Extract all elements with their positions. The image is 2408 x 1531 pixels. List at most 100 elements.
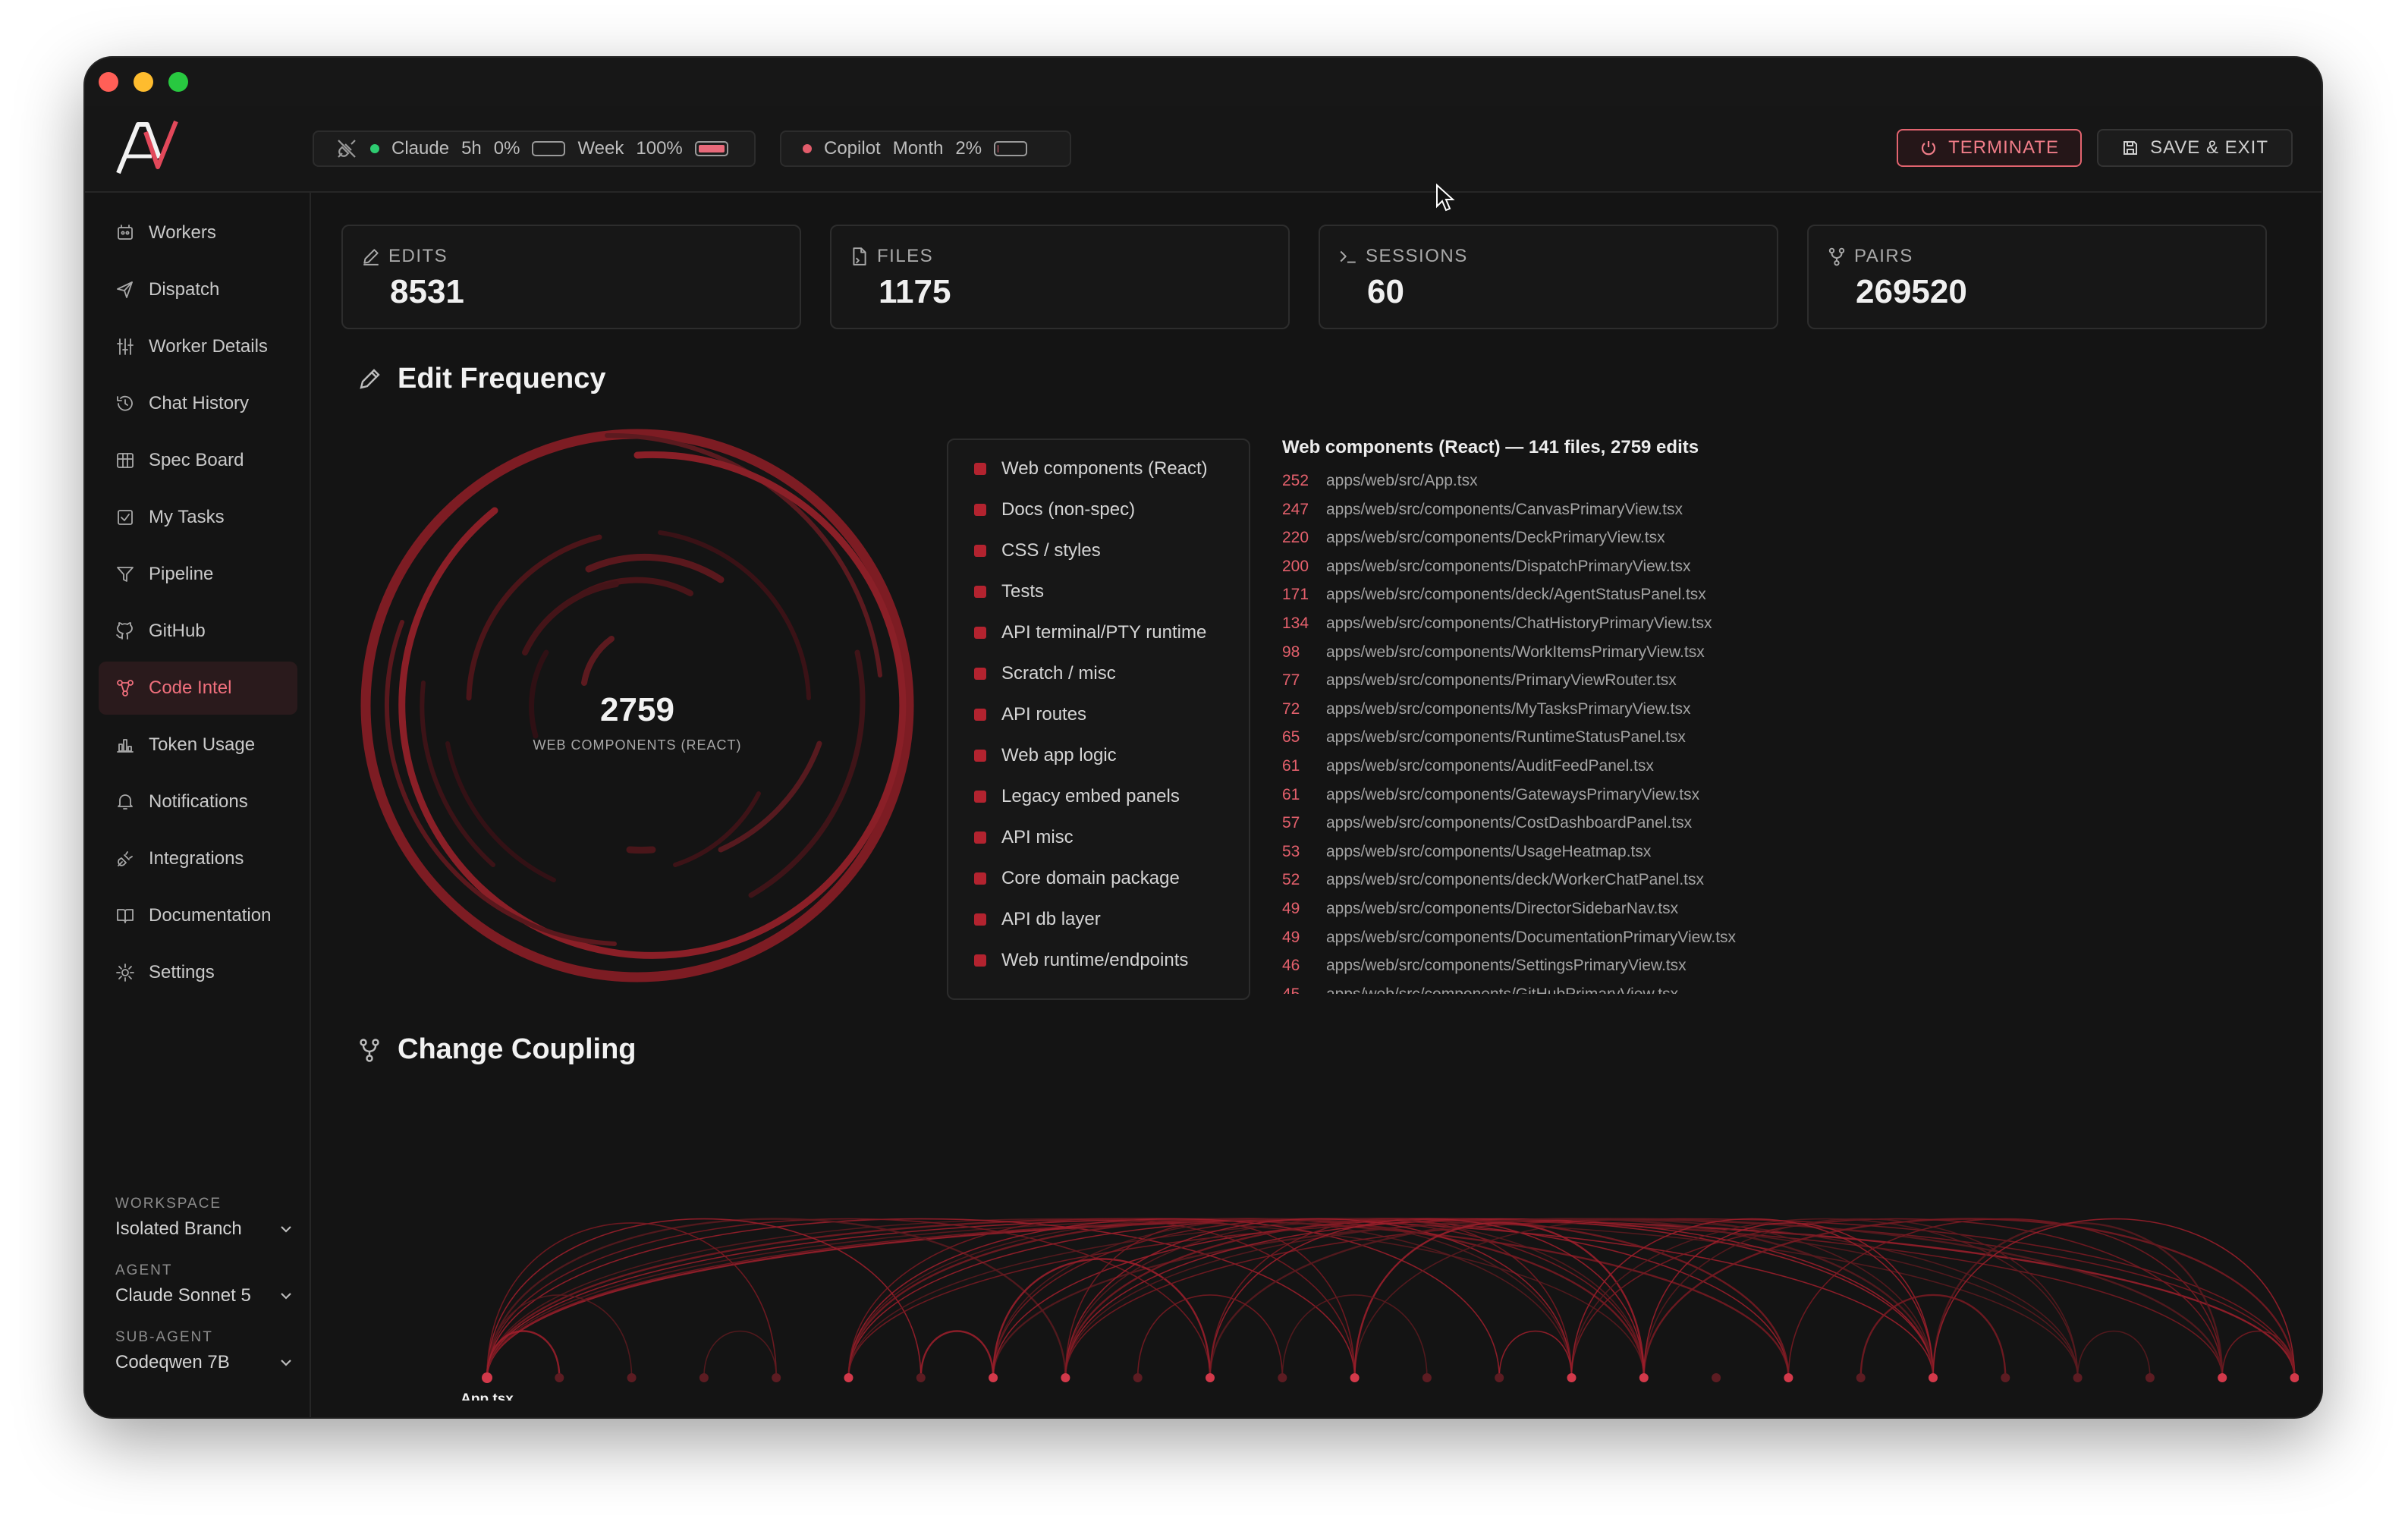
file-row[interactable]: 134 apps/web/src/components/ChatHistoryPr… [1282,615,1712,633]
file-row[interactable]: 61 apps/web/src/components/GatewaysPrimar… [1282,786,1699,804]
coupling-node[interactable] [627,1373,637,1382]
legend-item[interactable]: Tests [974,581,1044,602]
coupling-arc[interactable] [1064,1218,2296,1379]
sidebar-item-my-tasks[interactable]: My Tasks [99,491,297,544]
coupling-node[interactable] [1061,1373,1070,1382]
coupling-node[interactable] [2073,1373,2083,1382]
copilot-usage-chip[interactable]: Copilot Month 2% [780,130,1071,167]
file-row[interactable]: 77 apps/web/src/components/PrimaryViewRou… [1282,671,1677,690]
sidebar-item-code-intel[interactable]: Code Intel [99,662,297,715]
coupling-node[interactable] [989,1373,998,1382]
legend-item[interactable]: Legacy embed panels [974,786,1180,807]
legend-item[interactable]: API terminal/PTY runtime [974,622,1206,643]
coupling-arc[interactable] [1932,1221,2224,1379]
file-row[interactable]: 61 apps/web/src/components/AuditFeedPanel… [1282,757,1654,775]
coupling-node[interactable] [1350,1373,1360,1382]
ring-web-runtime[interactable] [522,581,619,655]
coupling-node[interactable] [916,1373,926,1382]
close-window-button[interactable] [99,72,118,92]
file-row[interactable]: 65 apps/web/src/components/RuntimeStatusP… [1282,728,1686,747]
coupling-arc[interactable] [486,1218,1211,1379]
ring-legacy-embed[interactable] [445,741,556,882]
coupling-node[interactable] [844,1373,853,1382]
sidebar-item-token-usage[interactable]: Token Usage [99,718,297,772]
file-row[interactable]: 53 apps/web/src/components/UsageHeatmap.t… [1282,843,1651,861]
legend-item[interactable]: Docs (non-spec) [974,499,1135,520]
legend-item[interactable]: CSS / styles [974,540,1101,561]
coupling-arc[interactable] [847,1218,1645,1379]
subagent-select[interactable]: Codeqwen 7B [115,1352,294,1373]
coupling-node[interactable] [1495,1373,1504,1382]
sidebar-item-documentation[interactable]: Documentation [99,889,297,942]
coupling-arc[interactable] [1643,1222,1934,1379]
sidebar-item-notifications[interactable]: Notifications [99,775,297,828]
file-row[interactable]: 200 apps/web/src/components/DispatchPrima… [1282,558,1690,576]
coupling-arc[interactable] [486,1222,777,1379]
file-row[interactable]: 98 apps/web/src/components/WorkItemsPrima… [1282,643,1705,662]
coupling-arc[interactable] [1932,1218,2296,1379]
coupling-arc[interactable] [1643,1218,2079,1379]
file-row[interactable]: 72 apps/web/src/components/MyTasksPrimary… [1282,700,1690,718]
legend-item[interactable]: Web app logic [974,745,1117,766]
change-coupling-arc-diagram[interactable]: App.tsx [357,1150,2299,1401]
coupling-node[interactable] [1567,1373,1577,1382]
ring-api-misc[interactable] [585,553,725,583]
save-exit-button[interactable]: SAVE & EXIT [2097,129,2293,167]
legend-item[interactable]: Web runtime/endpoints [974,950,1188,971]
sidebar-item-pipeline[interactable]: Pipeline [99,548,297,601]
coupling-node[interactable] [1278,1373,1287,1382]
file-row[interactable]: 247 apps/web/src/components/CanvasPrimary… [1282,501,1683,519]
coupling-node[interactable] [555,1373,564,1382]
file-row[interactable]: 171 apps/web/src/components/deck/AgentSta… [1282,586,1706,604]
coupling-arc[interactable] [1064,1222,1356,1379]
coupling-arc[interactable] [1064,1218,2079,1379]
ring-tests[interactable] [384,620,617,946]
file-row[interactable]: 46 apps/web/src/components/SettingsPrimar… [1282,957,1687,975]
coupling-node[interactable] [1712,1373,1721,1382]
edit-frequency-radial-chart[interactable]: 2759 WEB COMPONENTS (REACT) [357,425,918,986]
coupling-node[interactable] [1784,1373,1793,1382]
file-row[interactable]: 49 apps/web/src/components/DirectorSideba… [1282,900,1678,918]
workspace-select[interactable]: Isolated Branch [115,1218,294,1240]
sidebar-item-integrations[interactable]: Integrations [99,832,297,885]
coupling-node[interactable] [482,1372,492,1383]
legend-item[interactable]: API routes [974,704,1086,725]
coupling-node[interactable] [1929,1373,1938,1382]
coupling-node[interactable] [1133,1373,1143,1382]
coupling-node[interactable] [1856,1373,1866,1382]
file-row[interactable]: 45apps/web/src/components/GitHubPrimaryV… [1282,986,1678,994]
coupling-arc[interactable] [703,1330,777,1379]
claude-usage-chip[interactable]: Claude 5h 0% Week 100% [313,130,756,167]
coupling-arc[interactable] [1209,1218,1935,1379]
minimize-window-button[interactable] [134,72,153,92]
sidebar-item-workers[interactable]: Workers [99,206,297,259]
coupling-arc[interactable] [992,1258,1212,1379]
file-row[interactable]: 57 apps/web/src/components/CostDashboardP… [1282,814,1692,832]
coupling-arc[interactable] [486,1218,922,1379]
zoom-window-button[interactable] [168,72,188,92]
coupling-node[interactable] [1422,1373,1432,1382]
file-row[interactable]: 220 apps/web/src/components/DeckPrimaryVi… [1282,529,1665,547]
legend-item[interactable]: API db layer [974,909,1101,930]
coupling-node[interactable] [772,1373,781,1382]
coupling-node[interactable] [2001,1373,2010,1382]
sidebar-item-dispatch[interactable]: Dispatch [99,263,297,316]
coupling-node[interactable] [1206,1373,1215,1382]
ring-web-app-logic[interactable] [658,530,811,700]
sidebar-item-settings[interactable]: Settings [99,946,297,999]
file-row[interactable]: 252 apps/web/src/App.tsx [1282,472,1478,490]
file-row[interactable]: 52 apps/web/src/components/deck/WorkerCha… [1282,871,1704,889]
coupling-node[interactable] [2290,1373,2300,1382]
coupling-node[interactable] [1639,1373,1649,1382]
coupling-node[interactable] [699,1373,709,1382]
coupling-arc[interactable] [1498,1330,1573,1379]
coupling-arc[interactable] [920,1330,995,1379]
sidebar-item-spec-board[interactable]: Spec Board [99,434,297,487]
sidebar-item-worker-details[interactable]: Worker Details [99,320,297,373]
legend-item[interactable]: API misc [974,827,1074,848]
ring-api-db[interactable] [529,649,549,739]
legend-item[interactable]: Core domain package [974,868,1180,889]
legend-item[interactable]: Scratch / misc [974,663,1116,684]
sidebar-item-github[interactable]: GitHub [99,605,297,658]
agent-select[interactable]: Claude Sonnet 5 [115,1285,294,1306]
